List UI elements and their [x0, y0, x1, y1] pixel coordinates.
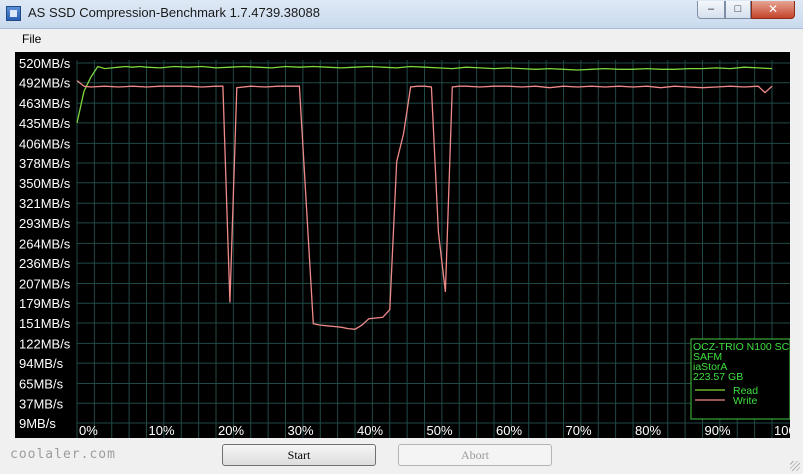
- app-icon[interactable]: [6, 6, 21, 21]
- y-tick-label: 463MB/s: [19, 96, 71, 111]
- abort-button[interactable]: Abort: [398, 444, 552, 466]
- x-tick-label: 20%: [218, 423, 244, 438]
- info-capacity: 223.57 GB: [693, 371, 743, 383]
- y-tick-label: 37MB/s: [19, 396, 64, 411]
- y-tick-label: 9MB/s: [19, 416, 56, 431]
- y-tick-label: 207MB/s: [19, 277, 71, 292]
- x-tick-label: 30%: [288, 423, 314, 438]
- resize-grip-icon[interactable]: [790, 461, 800, 471]
- x-tick-label: 80%: [635, 423, 661, 438]
- x-tick-label: 40%: [357, 423, 383, 438]
- close-button[interactable]: ✕: [751, 1, 795, 19]
- legend-label-write: Write: [733, 395, 757, 407]
- y-tick-label: 406MB/s: [19, 136, 71, 151]
- benchmark-chart: 520MB/s 492MB/s 463MB/s 435MB/s 406MB/s 378MB…: [15, 52, 803, 438]
- watermark-text: coolaler.com: [10, 447, 116, 462]
- y-tick-label: 378MB/s: [19, 156, 71, 171]
- y-tick-label: 520MB/s: [19, 56, 71, 71]
- y-tick-label: 435MB/s: [19, 116, 71, 131]
- app-window: AS SSD Compression-Benchmark 1.7.4739.38…: [0, 0, 803, 474]
- title-bar[interactable]: AS SSD Compression-Benchmark 1.7.4739.38…: [0, 0, 803, 29]
- y-tick-label: 492MB/s: [19, 76, 71, 91]
- x-tick-label: 10%: [149, 423, 175, 438]
- x-tick-label: 60%: [496, 423, 522, 438]
- y-tick-label: 179MB/s: [19, 296, 71, 311]
- x-tick-label: 100%: [774, 423, 790, 438]
- maximize-button[interactable]: □: [725, 1, 751, 19]
- x-tick-label: 50%: [427, 423, 453, 438]
- x-tick-label: 70%: [566, 423, 592, 438]
- y-tick-label: 65MB/s: [19, 377, 64, 392]
- y-tick-label: 350MB/s: [19, 176, 71, 191]
- x-tick-label: 90%: [705, 423, 731, 438]
- y-tick-label: 122MB/s: [19, 336, 71, 351]
- y-tick-label: 293MB/s: [19, 216, 71, 231]
- minimize-button[interactable]: –: [697, 1, 725, 19]
- y-tick-label: 94MB/s: [19, 356, 64, 371]
- menu-file[interactable]: File: [22, 32, 41, 46]
- menu-bar: File: [0, 29, 803, 49]
- y-tick-label: 151MB/s: [19, 316, 71, 331]
- x-tick-label: 0%: [79, 423, 98, 438]
- start-button[interactable]: Start: [222, 444, 376, 466]
- chart-background: [15, 52, 790, 438]
- benchmark-chart-svg: 520MB/s 492MB/s 463MB/s 435MB/s 406MB/s 378MB…: [15, 52, 803, 438]
- window-title: AS SSD Compression-Benchmark 1.7.4739.38…: [28, 5, 320, 20]
- y-tick-label: 236MB/s: [19, 256, 71, 271]
- y-tick-label: 321MB/s: [19, 196, 71, 211]
- y-tick-label: 264MB/s: [19, 236, 71, 251]
